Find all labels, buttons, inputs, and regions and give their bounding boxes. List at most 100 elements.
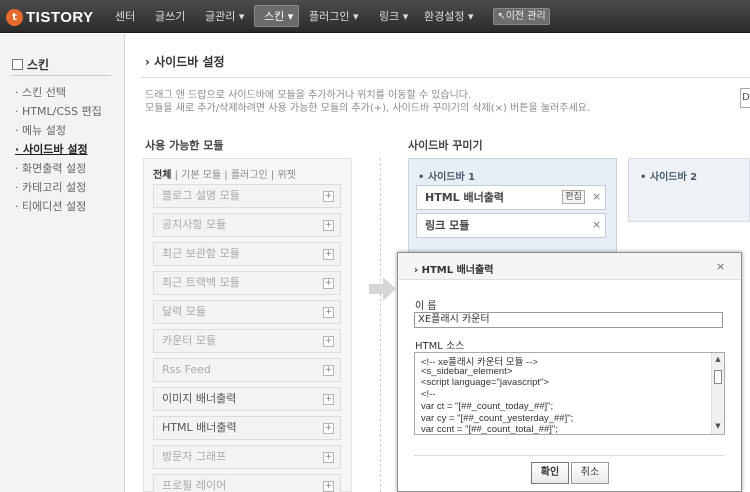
sidebar-divider xyxy=(11,75,111,76)
module-item[interactable]: Rss Feed + xyxy=(153,358,341,382)
sidebar-item-skin-select[interactable]: · 스킨 선택 xyxy=(15,84,66,100)
module-item[interactable]: 방문자 그래프 + xyxy=(153,445,341,469)
dialog-header: › HTML 배너출력 × xyxy=(398,253,741,280)
scroll-thumb[interactable] xyxy=(714,370,722,384)
module-item-label: 방문자 그래프 xyxy=(162,450,227,463)
sidebar-2-label: • 사이드바 2 xyxy=(640,172,698,183)
nav-post-manage-label: 글관리 xyxy=(205,10,236,23)
filter-plugin[interactable]: 플러그인 xyxy=(231,170,268,181)
add-icon[interactable]: + xyxy=(323,220,334,231)
module-item[interactable]: 카운터 모듈 + xyxy=(153,329,341,353)
sidebar-title-text: 스킨 xyxy=(27,58,50,72)
sidebar-item-menu[interactable]: · 메뉴 설정 xyxy=(15,122,66,138)
sidebar-1-label: • 사이드바 1 xyxy=(418,172,476,183)
remove-icon[interactable]: × xyxy=(592,218,601,231)
nav-settings[interactable]: 환경설정 ▾ xyxy=(424,8,474,24)
add-icon[interactable]: + xyxy=(323,452,334,463)
module-item[interactable]: HTML 배너출력 + xyxy=(153,416,341,440)
html-source-textarea[interactable]: <!-- xe플래시 카운터 모듈 --> <s_sidebar_element>… xyxy=(414,352,725,435)
nav-write[interactable]: 글쓰기 xyxy=(155,8,185,24)
module-item-label: 공지사항 모듈 xyxy=(162,218,227,231)
source-line: var cy = "[##_count_yesterday_##]"; xyxy=(421,412,574,424)
dialog-title: › HTML 배너출력 xyxy=(414,261,493,276)
sidebar-item-t-edition[interactable]: · 티에디션 설정 xyxy=(15,198,86,214)
sidebar-decorate-title: 사이드바 꾸미기 xyxy=(408,139,483,152)
default-button-stub[interactable]: D xyxy=(740,88,750,108)
module-item-label: Rss Feed xyxy=(162,363,211,376)
module-filter-tabs: 전체 | 기본 모듈 | 플러그인 | 위젯 xyxy=(153,170,296,181)
chevron-right-icon: › xyxy=(414,265,419,276)
close-icon[interactable]: × xyxy=(716,260,725,273)
edit-button[interactable]: 편집 xyxy=(562,190,585,204)
remove-icon[interactable]: × xyxy=(592,190,601,203)
add-icon[interactable]: + xyxy=(323,336,334,347)
nav-skin[interactable]: 스킨 ▾ xyxy=(264,8,293,24)
page-title: › 사이드바 설정 xyxy=(145,53,225,70)
dialog-title-text: HTML 배너출력 xyxy=(421,265,494,276)
module-item[interactable]: 블로그 설명 모듈 + xyxy=(153,184,341,208)
name-input[interactable]: XE플래시 카운터 xyxy=(414,312,723,328)
filter-widget[interactable]: 위젯 xyxy=(277,170,295,181)
module-item[interactable]: 최근 트랙백 모듈 + xyxy=(153,271,341,295)
sidebar-slot-link[interactable]: 링크 모듈 xyxy=(416,213,606,238)
module-item[interactable]: 최근 보관함 모듈 + xyxy=(153,242,341,266)
module-item[interactable]: 공지사항 모듈 + xyxy=(153,213,341,237)
source-line: <script language="javascript"> xyxy=(421,377,549,389)
sidebar-item-category[interactable]: · 카테고리 설정 xyxy=(15,179,86,195)
skin-icon xyxy=(12,59,23,70)
name-label: 이 름 xyxy=(415,301,437,312)
nav-link-label: 링크 xyxy=(379,10,400,23)
sidebar-item-label: 화면출력 설정 xyxy=(22,162,87,175)
available-modules-panel xyxy=(143,158,352,492)
chevron-down-icon: ▾ xyxy=(467,10,474,23)
module-item[interactable]: 이미지 배너출력 + xyxy=(153,387,341,411)
top-nav-bar: t TISTORY 센터 글쓰기 글관리 ▾ 스킨 ▾ 플러그인 ▾ 링크 ▾ … xyxy=(0,0,750,33)
nav-post-manage[interactable]: 글관리 ▾ xyxy=(205,8,244,24)
module-item[interactable]: 달력 모듈 + xyxy=(153,300,341,324)
source-scrollbar[interactable]: ▲ ▼ xyxy=(711,353,724,434)
module-item-label: 최근 트랙백 모듈 xyxy=(162,276,240,289)
sidebar-item-label: 메뉴 설정 xyxy=(22,124,66,137)
module-item-label: 블로그 설명 모듈 xyxy=(162,189,240,202)
module-item-label: 이미지 배너출력 xyxy=(162,392,237,405)
nav-link[interactable]: 링크 ▾ xyxy=(379,8,408,24)
confirm-button[interactable]: 확인 xyxy=(531,462,569,484)
sidebar-2-label-text: 사이드바 2 xyxy=(649,172,698,183)
source-line: var ccnt = "[##_count_total_##]"; xyxy=(421,424,558,435)
arrow-up-left-icon: ↖ xyxy=(497,11,506,22)
available-modules-title: 사용 가능한 모듈 xyxy=(145,139,224,152)
cancel-button[interactable]: 취소 xyxy=(571,462,609,484)
drag-arrow-icon xyxy=(369,277,396,301)
filter-basic[interactable]: 기본 모듈 xyxy=(181,170,221,181)
filter-all[interactable]: 전체 xyxy=(153,170,171,181)
page-title-text: 사이드바 설정 xyxy=(154,55,225,69)
module-item[interactable]: 프로필 레이어 + xyxy=(153,474,341,492)
add-icon[interactable]: + xyxy=(323,191,334,202)
source-line: var ct = "[##_count_today_##]"; xyxy=(421,400,554,412)
add-icon[interactable]: + xyxy=(323,394,334,405)
prev-manage-button[interactable]: ↖이전 관리 xyxy=(493,8,550,25)
sidebar-title: 스킨 xyxy=(12,56,49,73)
add-icon[interactable]: + xyxy=(323,278,334,289)
sidebar-item-display[interactable]: · 화면출력 설정 xyxy=(15,160,86,176)
add-icon[interactable]: + xyxy=(323,423,334,434)
nav-center[interactable]: 센터 xyxy=(115,8,135,24)
sidebar-item-sidebar-settings[interactable]: · 사이드바 설정 xyxy=(15,141,88,157)
add-icon[interactable]: + xyxy=(323,481,334,492)
logo-text: TISTORY xyxy=(26,8,94,26)
add-icon[interactable]: + xyxy=(323,307,334,318)
sidebar-item-html-css[interactable]: · HTML/CSS 편집 xyxy=(15,103,102,119)
add-icon[interactable]: + xyxy=(323,249,334,260)
scroll-up-icon[interactable]: ▲ xyxy=(714,355,722,363)
sidebar-item-label: HTML/CSS 편집 xyxy=(22,105,102,118)
nav-plugin[interactable]: 플러그인 ▾ xyxy=(309,8,359,24)
column-divider xyxy=(380,158,381,492)
sidebar-item-label: 티에디션 설정 xyxy=(22,200,87,213)
tistory-logo[interactable]: t TISTORY xyxy=(6,7,94,27)
module-item-label: 카운터 모듈 xyxy=(162,334,217,347)
chevron-down-icon: ▾ xyxy=(287,10,294,23)
module-item-label: 최근 보관함 모듈 xyxy=(162,247,240,260)
sidebar-item-label: 카테고리 설정 xyxy=(22,181,87,194)
add-icon[interactable]: + xyxy=(323,365,334,376)
scroll-down-icon[interactable]: ▼ xyxy=(714,422,722,430)
